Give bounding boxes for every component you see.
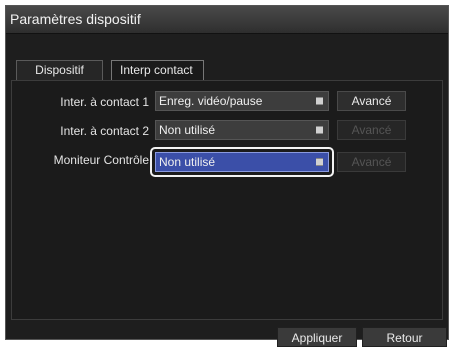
contact-2-advanced-button[interactable]: Avancé	[337, 120, 406, 140]
contact-1-advanced-button[interactable]: Avancé	[337, 91, 406, 111]
monitor-control-select[interactable]: Non utilisé	[155, 152, 329, 172]
contact-1-select[interactable]: Enreg. vidéo/pause	[155, 91, 329, 111]
contact-2-label: Inter. à contact 2	[60, 124, 149, 138]
contact-2-select[interactable]: Non utilisé	[155, 120, 329, 140]
dropdown-icon	[316, 97, 323, 105]
dropdown-icon	[316, 126, 323, 134]
back-button[interactable]: Retour	[362, 327, 447, 347]
settings-window: Paramètres dispositif Dispositif Interp …	[5, 5, 449, 347]
dropdown-icon	[316, 158, 323, 166]
apply-button[interactable]: Appliquer	[277, 327, 357, 347]
contact-1-value: Enreg. vidéo/pause	[159, 94, 263, 108]
contact-1-label: Inter. à contact 1	[60, 95, 149, 109]
monitor-control-value: Non utilisé	[159, 155, 216, 169]
monitor-control-advanced-button[interactable]: Avancé	[337, 152, 406, 172]
contact-settings-panel	[11, 80, 443, 320]
tab-interp-contact[interactable]: Interp contact	[111, 60, 204, 80]
contact-2-value: Non utilisé	[159, 123, 216, 137]
tab-dispositif[interactable]: Dispositif	[16, 60, 103, 80]
monitor-control-label: Moniteur Contrôle	[53, 153, 149, 167]
title-bar: Paramètres dispositif	[6, 6, 448, 34]
window-title: Paramètres dispositif	[10, 11, 141, 27]
